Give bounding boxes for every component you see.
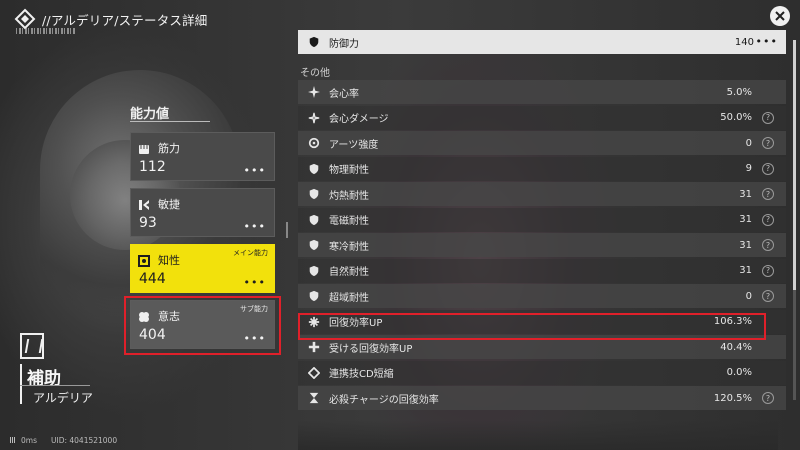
attribute-value: 120.5% xyxy=(713,392,752,404)
arts-icon xyxy=(307,136,321,150)
attribute-label: 会心ダメージ xyxy=(329,114,389,125)
attribute-row[interactable]: 連携技CD短縮 0.0% xyxy=(298,360,786,385)
combo-cd-icon xyxy=(307,366,321,380)
close-icon xyxy=(775,11,785,21)
attribute-value: 140 xyxy=(734,36,754,48)
scrollbar-thumb[interactable] xyxy=(793,40,796,290)
attribute-row[interactable]: 会心ダメージ 50.0%? xyxy=(298,105,786,130)
attribute-value: 0.0% xyxy=(726,367,752,378)
page-title: //アルデリア/ステータス詳細 xyxy=(42,12,208,28)
attributes-panel[interactable]: 防御力 140 ••• その他 会心率 5.0% 会心ダメージ 50.0%? アーツ強度… xyxy=(298,30,786,450)
attribute-row[interactable]: 寒冷耐性 31? xyxy=(298,233,786,257)
help-button[interactable]: ? xyxy=(762,239,774,251)
signal-icon xyxy=(10,437,18,443)
highlight-box-heal xyxy=(298,313,766,340)
cold-res-icon xyxy=(307,238,321,252)
stats-heading-divider xyxy=(130,121,210,122)
agility-icon xyxy=(137,197,151,211)
attribute-label: 電磁耐性 xyxy=(329,216,369,227)
attribute-row[interactable]: 必殺チャージの回復効率 120.5%? xyxy=(298,386,786,410)
attribute-row[interactable]: 会心率 5.0% xyxy=(298,80,786,104)
class-divider xyxy=(20,385,90,386)
shield-icon xyxy=(307,35,321,49)
attribute-row[interactable]: 物理耐性 9? xyxy=(298,156,786,181)
stat-card-agility[interactable]: 敏捷 93 ••• xyxy=(130,188,275,237)
class-accent-bar xyxy=(20,364,22,404)
class-icon xyxy=(20,333,44,359)
more-button[interactable]: ••• xyxy=(244,165,266,176)
stat-card-intellect[interactable]: メイン能力 知性 444 ••• xyxy=(130,244,275,293)
more-button[interactable]: ••• xyxy=(244,221,266,232)
attribute-label: 受ける回復効率UP xyxy=(329,343,413,355)
attribute-value: 31 xyxy=(739,265,752,276)
attribute-label: 防御力 xyxy=(329,38,359,50)
section-label-other: その他 xyxy=(300,68,330,79)
footer: 0ms UID: 4041521000 xyxy=(10,436,117,445)
heal-received-icon xyxy=(307,340,321,354)
attribute-label: 会心率 xyxy=(329,88,359,100)
intellect-icon xyxy=(137,253,151,267)
character-name: アルデリア xyxy=(33,391,93,405)
main-stat-tag: メイン能力 xyxy=(233,249,268,257)
ping-indicator: 0ms xyxy=(10,436,37,445)
attribute-value: 31 xyxy=(739,214,752,225)
more-button[interactable]: ••• xyxy=(756,36,778,47)
attribute-label: 超域耐性 xyxy=(329,292,369,304)
attribute-label: 自然耐性 xyxy=(329,267,369,278)
attribute-value: 31 xyxy=(739,188,752,200)
attribute-row[interactable]: 自然耐性 31? xyxy=(298,258,786,283)
attribute-value: 31 xyxy=(739,239,752,251)
more-button[interactable]: ••• xyxy=(244,277,266,288)
stat-label: 筋力 xyxy=(158,142,180,155)
stats-heading: 能力値 xyxy=(130,107,170,122)
fist-icon xyxy=(137,141,151,155)
crit-damage-icon xyxy=(307,111,321,125)
stat-label: 敏捷 xyxy=(158,198,180,211)
help-button[interactable]: ? xyxy=(762,137,774,149)
attribute-row-defense[interactable]: 防御力 140 ••• xyxy=(298,30,786,54)
help-button[interactable]: ? xyxy=(762,392,774,404)
ping-value: 0ms xyxy=(21,436,37,445)
help-button[interactable]: ? xyxy=(762,213,774,226)
attribute-value: 5.0% xyxy=(726,86,752,98)
stat-card-strength[interactable]: 筋力 112 ••• xyxy=(130,132,275,181)
stat-label: 知性 xyxy=(158,254,180,267)
hourglass-icon xyxy=(307,391,321,405)
help-button[interactable]: ? xyxy=(762,162,774,175)
attribute-row[interactable]: 電磁耐性 31? xyxy=(298,207,786,232)
help-button[interactable]: ? xyxy=(762,188,774,200)
panel-divider-handle[interactable] xyxy=(286,222,288,238)
attribute-label: 連携技CD短縮 xyxy=(329,369,394,380)
attribute-value: 40.4% xyxy=(720,341,752,353)
attribute-row[interactable]: アーツ強度 0? xyxy=(298,131,786,155)
close-button[interactable] xyxy=(770,6,790,26)
help-button[interactable]: ? xyxy=(762,264,774,277)
nature-res-icon xyxy=(307,264,321,278)
list-fade xyxy=(298,420,778,450)
highlight-box-will xyxy=(124,296,281,355)
game-logo-icon xyxy=(14,8,36,30)
crit-icon xyxy=(307,85,321,99)
stat-value: 444 xyxy=(139,271,166,287)
attribute-row[interactable]: 超域耐性 0? xyxy=(298,284,786,308)
attribute-value: 0 xyxy=(745,290,752,302)
attribute-label: 物理耐性 xyxy=(329,165,369,176)
barcode-decoration xyxy=(16,28,76,34)
stat-value: 112 xyxy=(139,159,166,175)
attribute-label: アーツ強度 xyxy=(329,139,379,151)
attribute-value: 9 xyxy=(745,163,752,174)
help-button[interactable]: ? xyxy=(762,290,774,302)
attribute-value: 50.0% xyxy=(720,112,752,123)
uid-label: UID: 4041521000 xyxy=(51,436,118,445)
attribute-label: 灼熱耐性 xyxy=(329,190,369,202)
aether-res-icon xyxy=(307,289,321,303)
attribute-value: 0 xyxy=(745,137,752,149)
electric-res-icon xyxy=(307,213,321,227)
help-button[interactable]: ? xyxy=(762,111,774,124)
physical-res-icon xyxy=(307,162,321,176)
attribute-label: 寒冷耐性 xyxy=(329,241,369,253)
stat-value: 93 xyxy=(139,215,157,231)
attribute-row[interactable]: 灼熱耐性 31? xyxy=(298,182,786,206)
heat-res-icon xyxy=(307,187,321,201)
